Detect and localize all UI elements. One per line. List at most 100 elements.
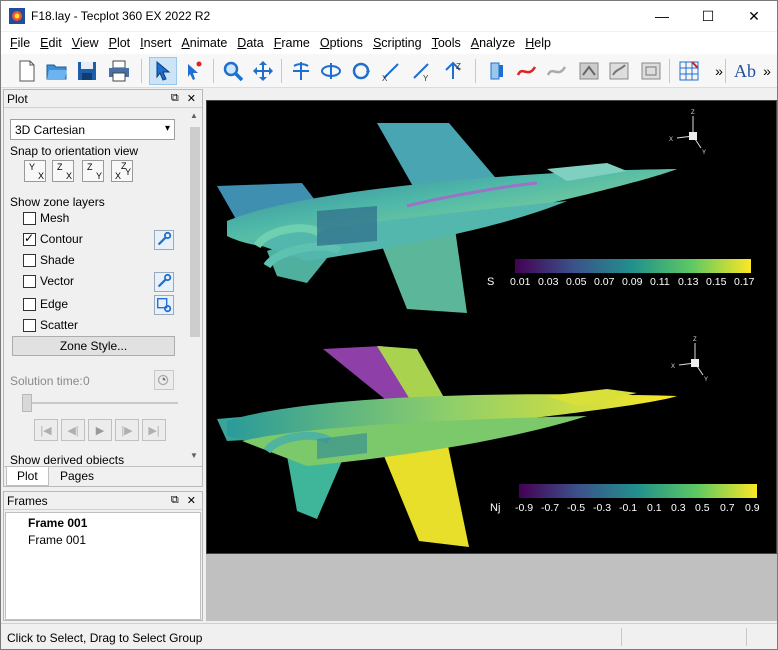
float-panel-icon[interactable]: ⧉ [171,494,179,507]
streamtrace-disabled-icon[interactable] [543,57,571,85]
orient-yz-button[interactable]: Z Y [82,160,104,182]
orient-xyz-button[interactable]: Z Y X [111,160,133,182]
menu-frame[interactable]: Frame [269,36,315,50]
svg-text:0.09: 0.09 [622,276,643,288]
workspace: S 0.01 0.03 0.05 0.07 0.09 0.11 0.13 0.1… [206,100,777,621]
menu-tools[interactable]: Tools [427,36,466,50]
last-step-icon[interactable]: ▶| [142,419,166,441]
tab-plot[interactable]: Plot [6,467,49,486]
frame-list-item[interactable]: Frame 001 [28,533,86,547]
float-panel-icon[interactable]: ⧉ [171,92,179,105]
first-step-icon[interactable]: |◀ [34,419,58,441]
scroll-up-icon[interactable]: ▲ [190,111,198,120]
rotate-rollerball-icon[interactable] [317,57,345,85]
menu-scripting[interactable]: Scripting [368,36,427,50]
toolbar-overflow[interactable]: » [759,57,775,85]
twist-icon[interactable] [347,57,375,85]
translate-icon[interactable] [249,57,277,85]
orient-xz-button[interactable]: Z X [52,160,74,182]
rotate-spherical-icon[interactable] [287,57,315,85]
menu-animate[interactable]: Animate [176,36,232,50]
rotate-x-icon[interactable]: X [377,57,405,85]
plot-frame[interactable]: S 0.01 0.03 0.05 0.07 0.09 0.11 0.13 0.1… [206,100,777,554]
svg-text:X: X [671,364,675,370]
tab-pages[interactable]: Pages [50,467,104,486]
menu-analyze[interactable]: Analyze [466,36,520,50]
vector-label: Vector [40,274,75,288]
solution-time-track [22,402,178,404]
toolbar-overflow[interactable]: » [705,57,733,85]
axis-triad-bottom: Z X Y [671,337,708,383]
menu-options[interactable]: Options [315,36,368,50]
scrollbar-thumb[interactable] [190,127,200,337]
time-settings-icon[interactable] [154,370,174,390]
svg-text:-0.5: -0.5 [567,502,585,514]
previous-step-icon[interactable]: ◀| [61,419,85,441]
svg-text:0.13: 0.13 [678,276,699,288]
menu-edit[interactable]: Edit [35,36,67,50]
vector-settings-icon[interactable] [154,272,174,292]
toolbar-separator [725,59,726,83]
svg-text:-0.1: -0.1 [619,502,637,514]
frames-panel-title: Frames [7,493,48,508]
contour-tool-icon[interactable] [605,57,633,85]
zone-style-button[interactable]: Zone Style... [12,336,175,356]
open-folder-icon[interactable] [43,57,71,85]
tecplot-app-icon [9,8,25,24]
adjustor-icon[interactable] [179,57,207,85]
svg-text:0.07: 0.07 [594,276,615,288]
streamtrace-icon[interactable] [513,57,541,85]
solution-time-slider[interactable] [22,394,32,412]
save-icon[interactable] [73,57,101,85]
minimize-button[interactable]: — [639,1,685,31]
new-file-icon[interactable] [13,57,41,85]
scroll-down-icon[interactable]: ▼ [190,451,198,460]
ijk-blanking-icon[interactable] [637,57,665,85]
mesh-checkbox[interactable] [23,212,36,225]
slice-icon[interactable] [483,57,511,85]
toolbar-separator [141,59,142,83]
edge-settings-icon[interactable] [154,295,174,315]
plot-type-select[interactable]: 3D Cartesian ▾ [10,119,175,140]
orient-xy-button[interactable]: Y X [24,160,46,182]
scatter-checkbox[interactable] [23,319,36,332]
status-text: Click to Select, Drag to Select Group [7,631,203,645]
close-window-button[interactable]: ✕ [731,1,777,31]
svg-text:-0.7: -0.7 [541,502,559,514]
plot-panel-body: 3D Cartesian ▾ Snap to orientation view … [4,109,188,464]
colorbar-nj [519,484,757,498]
next-step-icon[interactable]: |▶ [115,419,139,441]
plot-panel-scrollbar[interactable]: ▲ ▼ [188,109,202,464]
close-panel-icon[interactable]: ✕ [187,494,196,507]
contour-checkbox[interactable] [23,231,36,246]
svg-text:X: X [669,137,673,143]
text-tool-icon[interactable]: Ab [731,57,759,85]
window-title: F18.lay - Tecplot 360 EX 2022 R2 [31,9,211,23]
close-panel-icon[interactable]: ✕ [187,92,196,105]
grid-zones-icon[interactable] [675,57,703,85]
menu-plot[interactable]: Plot [104,36,136,50]
menu-help[interactable]: Help [520,36,556,50]
frame-list: Frame 001 Frame 001 [5,512,201,620]
contour-settings-icon[interactable] [154,230,174,250]
maximize-button[interactable]: ☐ [685,1,731,31]
menu-view[interactable]: View [67,36,104,50]
toolbar: X Y Z » Ab » [1,54,777,88]
print-icon[interactable] [105,57,133,85]
menu-file[interactable]: File [5,36,35,50]
vector-checkbox[interactable] [23,275,36,288]
edge-checkbox[interactable] [23,298,36,311]
toolbar-separator [213,59,214,83]
frame-list-item[interactable]: Frame 001 [28,516,87,530]
play-icon[interactable]: ▶ [88,419,112,441]
rotate-z-icon[interactable]: Z [439,57,467,85]
probe-icon[interactable] [575,57,603,85]
zoom-icon[interactable] [219,57,247,85]
menu-data[interactable]: Data [232,36,268,50]
plot-panel-header: Plot ⧉ ✕ [4,90,202,108]
rotate-y-icon[interactable]: Y [407,57,435,85]
status-divider [746,628,747,646]
select-arrow-icon[interactable] [149,57,177,85]
menu-insert[interactable]: Insert [135,36,176,50]
shade-checkbox[interactable] [23,254,36,267]
